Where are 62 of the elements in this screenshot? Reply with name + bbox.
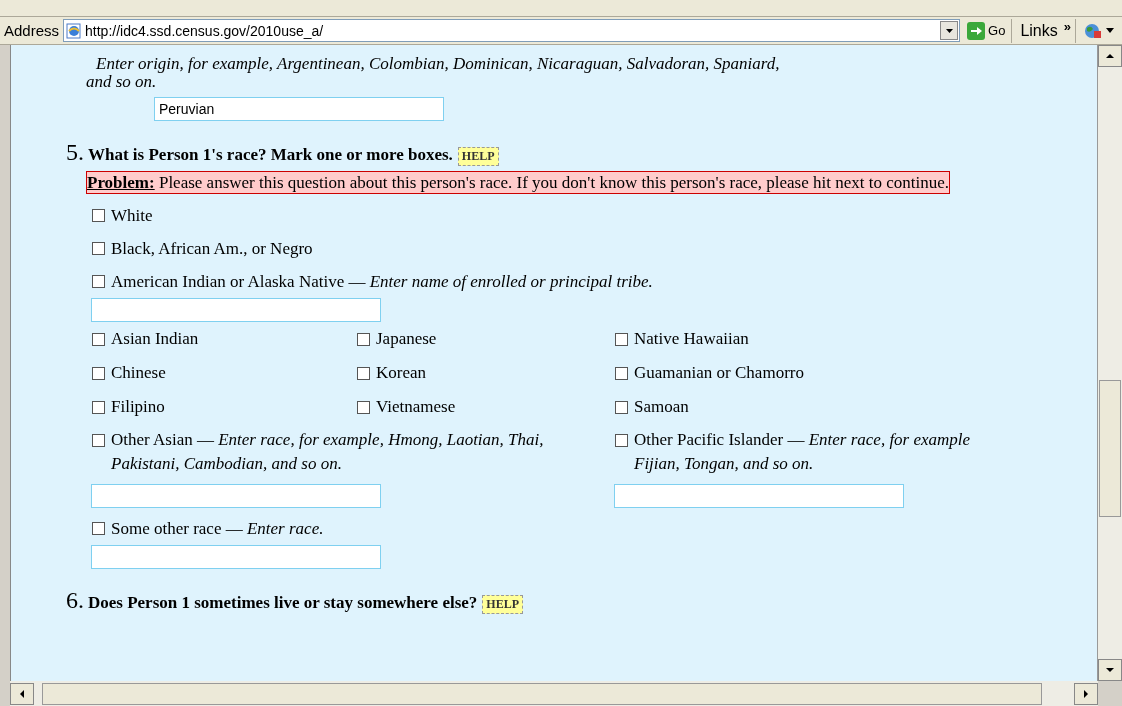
option-label: Black, African Am., or Negro [111,238,313,259]
option-label: Korean [376,363,427,383]
left-arrow-icon [20,690,24,698]
origin-field[interactable]: Peruvian [154,97,444,121]
checkbox[interactable] [92,400,105,414]
option-label: Asian Indian [111,329,199,349]
checkbox[interactable] [92,209,105,222]
scroll-right-button[interactable] [1074,683,1098,705]
dropdown-button[interactable] [940,21,959,40]
option-label: Samoan [634,397,689,417]
help-link[interactable]: HELP [457,147,499,166]
question-number: 6. [65,587,85,614]
checkbox[interactable] [615,434,628,447]
option-label: White [111,205,153,226]
tribe-field[interactable] [91,298,381,322]
up-arrow-icon [1106,54,1114,58]
address-label: Address [4,22,60,39]
option-label: Other Pacific Islander — Enter race, for example Fijian, Tongan, and so on. [634,429,972,475]
checkbox[interactable] [92,522,105,535]
option-label: American Indian or Alaska Native — Enter name of enrolled or principal tribe. [111,271,653,292]
chevron-button[interactable]: » [1063,18,1071,34]
checkbox[interactable] [357,400,370,414]
race-field[interactable] [91,484,381,508]
globe-icon[interactable] [1084,21,1102,40]
race-field[interactable] [614,484,904,508]
scroll-up-button[interactable] [1098,45,1122,67]
down-arrow-icon [1106,668,1114,672]
checkbox[interactable] [92,366,105,380]
help-link[interactable]: HELP [482,595,523,614]
question-text: What is Person 1's race? Mark one or more boxes. [88,145,453,165]
checkbox[interactable] [357,332,370,346]
checkbox[interactable] [357,366,370,380]
checkbox[interactable] [92,275,105,288]
checkbox[interactable] [615,332,628,346]
option-label: Japanese [376,329,437,349]
go-button[interactable]: Go [964,18,1013,43]
origin-hint: Enter origin, for example, Argentinean, Colombian, Dominican, Nicaraguan, Salvadoran, Spaniard, [96,55,781,73]
option-label: Other Asian — Enter race, for example, Hmong, Laotian, Thai, Pakistani, Cambodian, and so on. [111,429,545,475]
origin-hint: and so on. [86,73,157,91]
page-icon [66,22,83,39]
question-text: Does Person 1 sometimes live or stay somewhere else? [88,593,478,613]
checkbox[interactable] [92,332,105,346]
checkbox[interactable] [615,366,628,380]
links-label[interactable]: Links [1020,21,1058,40]
option-label: Some other race — Enter race. [111,518,324,539]
scroll-left-button[interactable] [10,683,34,705]
race-field[interactable] [91,545,381,569]
checkbox[interactable] [92,434,105,447]
scroll-down-button[interactable] [1098,659,1122,681]
caret-icon[interactable] [1106,28,1114,33]
option-label: Chinese [111,363,166,383]
right-arrow-icon [1084,690,1088,698]
question-number: 5. [65,139,85,166]
error-message: Problem: Please answer this question about this person's race. If you don't know this person's race, please hit next to continue. [86,171,950,194]
caret-icon [945,28,953,33]
option-label: Native Hawaiian [634,329,749,349]
option-label: Guamanian or Chamorro [634,363,804,383]
option-label: Vietnamese [376,397,456,417]
checkbox[interactable] [92,242,105,255]
address-field[interactable]: http://idc4.ssd.census.gov/2010use_a/ [63,19,961,42]
option-label: Filipino [111,397,165,417]
checkbox[interactable] [615,400,628,414]
